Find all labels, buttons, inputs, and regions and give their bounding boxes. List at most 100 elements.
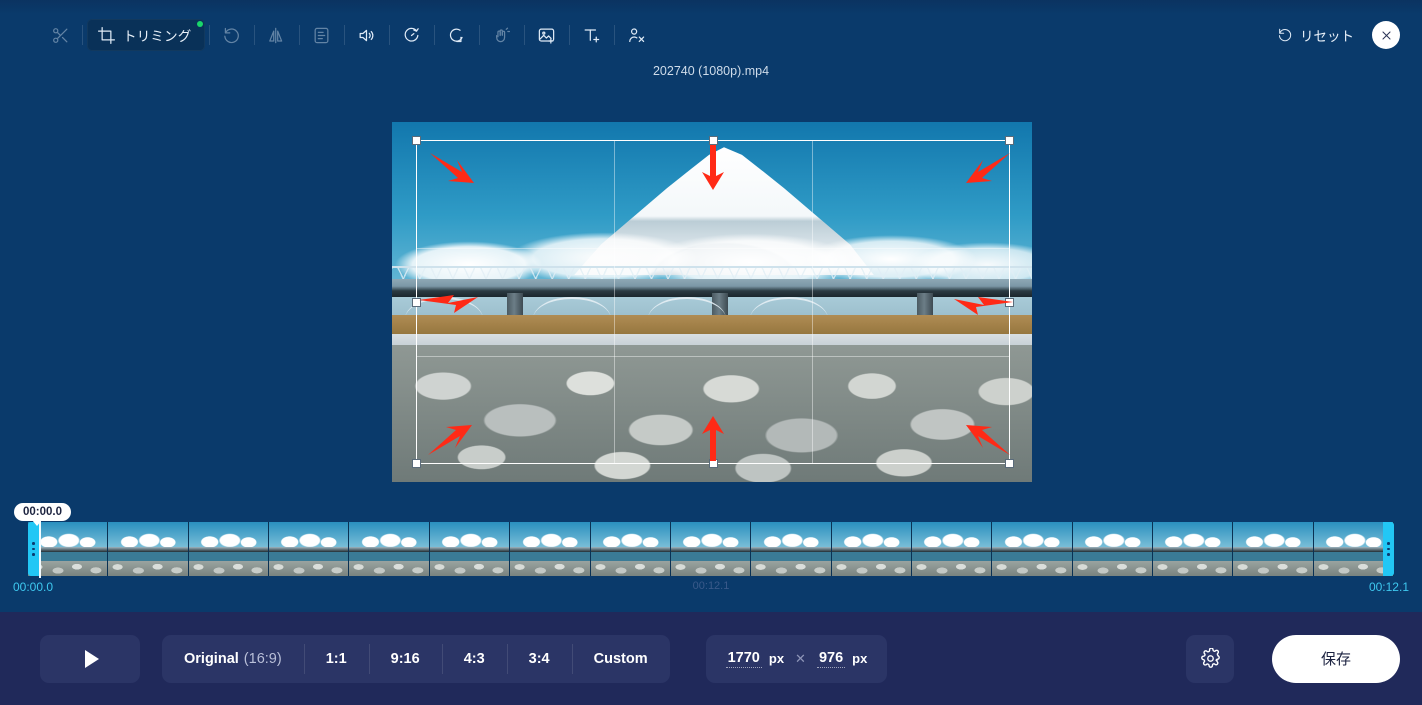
annotation-arrow-bottom-center — [700, 414, 726, 462]
crop-icon — [97, 26, 116, 45]
annotation-arrow-top-left — [428, 150, 478, 188]
toolbar-item-loop[interactable] — [439, 18, 475, 52]
new-feature-badge — [196, 21, 203, 27]
aspect-ratio-custom[interactable]: Custom — [571, 635, 670, 683]
crop-height-unit: px — [852, 651, 868, 666]
stamp-remove-icon — [627, 26, 646, 45]
timeline-start-time: 00:00.0 — [13, 580, 54, 594]
annotation-arrow-middle-right — [952, 294, 1014, 318]
toolbar-divider — [253, 25, 255, 45]
reset-button[interactable]: リセット — [1277, 25, 1354, 45]
bottom-control-bar: Original (16:9) 1:1 9:16 4:3 3:4 Custom … — [0, 612, 1422, 705]
toolbar-divider — [568, 25, 570, 45]
close-button[interactable] — [1372, 21, 1400, 49]
filmstrip-frame — [751, 522, 832, 576]
crop-width-input[interactable]: 1770 — [725, 650, 762, 668]
annotation-arrow-bottom-left — [426, 420, 476, 458]
aspect-ratio-4-3[interactable]: 4:3 — [441, 635, 507, 683]
subtitle-icon — [312, 26, 331, 45]
crop-gridline-horizontal — [417, 355, 1009, 357]
crop-handle-bottom-left[interactable] — [412, 459, 421, 468]
toolbar-item-add-image[interactable] — [529, 18, 565, 52]
preview-stage — [0, 84, 1422, 502]
flip-horizontal-icon — [267, 26, 286, 45]
crop-handle-top-left[interactable] — [412, 136, 421, 145]
aspect-ratio-9-16[interactable]: 9:16 — [368, 635, 442, 683]
filmstrip-frame — [1233, 522, 1314, 576]
filmstrip-frame — [590, 522, 671, 576]
close-icon — [1381, 30, 1391, 40]
trim-handle-end[interactable] — [1383, 522, 1394, 576]
toolbar-item-speed[interactable] — [394, 18, 430, 52]
toolbar-divider — [433, 25, 435, 45]
toolbar-divider — [82, 25, 83, 45]
filmstrip-frame — [1313, 522, 1394, 576]
undo-icon — [1277, 27, 1293, 43]
toolbar-divider — [343, 25, 345, 45]
playhead-time-tooltip: 00:00.0 — [14, 503, 72, 526]
toolbar-item-trim-label: トリミング — [123, 29, 192, 44]
edit-toolbar: トリミング リセット — [0, 0, 1422, 70]
crop-size-fields: 1770 px ✕ 976 px — [705, 634, 888, 683]
crop-gridline-vertical — [811, 141, 813, 463]
video-editor-window: トリミング リセット 202740 (1080p).mp4 00:00.0 00… — [0, 0, 1422, 705]
save-button[interactable]: 保存 — [1272, 634, 1400, 683]
toolbar-item-volume[interactable] — [349, 18, 385, 52]
toolbar-right-actions: リセット — [1277, 0, 1400, 70]
toolbar-divider — [523, 25, 525, 45]
aspect-ratio-original[interactable]: Original (16:9) — [162, 635, 304, 683]
size-separator: ✕ — [795, 650, 806, 666]
crop-gridline-vertical — [614, 141, 616, 463]
toolbar-item-trim[interactable]: トリミング — [87, 19, 205, 51]
timeline-ruler: 00:00.0 00:12.1 00:12.1 — [0, 580, 1422, 598]
filmstrip-frame — [1072, 522, 1154, 576]
toolbar-item-flip[interactable] — [259, 18, 295, 52]
toolbar-divider — [388, 25, 390, 45]
settings-button[interactable] — [1186, 634, 1234, 683]
filmstrip-frame — [429, 522, 511, 576]
aspect-ratio-3-4[interactable]: 3:4 — [506, 635, 572, 683]
crop-handle-bottom-right[interactable] — [1005, 459, 1014, 468]
play-icon — [84, 649, 99, 668]
filmstrip-frame — [349, 522, 430, 576]
trim-handle-start[interactable] — [28, 522, 39, 576]
toolbar-item-remove-watermark[interactable] — [619, 18, 655, 52]
filmstrip-frame — [188, 522, 270, 576]
annotation-arrow-top-center — [700, 144, 726, 192]
annotation-arrow-bottom-right — [962, 420, 1012, 458]
toolbar-item-cut[interactable] — [42, 18, 78, 52]
annotation-arrow-middle-left — [418, 292, 480, 316]
filmstrip[interactable] — [28, 522, 1394, 576]
toolbar-item-add-text[interactable] — [574, 18, 610, 52]
crop-width-unit: px — [768, 651, 785, 666]
speaker-icon — [357, 26, 376, 45]
scissors-icon — [51, 26, 70, 45]
timeline: 00:00.0 00:00.0 00:12.1 00:12.1 — [0, 502, 1422, 612]
video-preview[interactable] — [392, 122, 1032, 482]
toolbar-item-rotate[interactable] — [214, 18, 250, 52]
reset-label: リセット — [1300, 29, 1354, 44]
aspect-ratio-group: Original (16:9) 1:1 9:16 4:3 3:4 Custom — [162, 634, 670, 683]
filmstrip-frame — [1153, 522, 1234, 576]
image-plus-icon — [537, 26, 556, 45]
filmstrip-frame — [510, 522, 591, 576]
crop-gridline-horizontal — [417, 248, 1009, 250]
toolbar-item-subtitle[interactable] — [304, 18, 340, 52]
filmstrip-frame — [911, 522, 993, 576]
crop-handle-top-right[interactable] — [1005, 136, 1014, 145]
timeline-mid-time: 00:12.1 — [692, 580, 730, 592]
crop-height-input[interactable]: 976 — [816, 650, 846, 668]
toolbar-divider — [613, 25, 615, 45]
gear-icon — [1200, 648, 1220, 668]
loop-icon — [447, 26, 466, 45]
aspect-ratio-original-sub: (16:9) — [243, 650, 282, 667]
toolbar-divider — [478, 25, 480, 45]
filmstrip-frame — [108, 522, 189, 576]
play-button[interactable] — [40, 634, 140, 683]
filmstrip-frame — [992, 522, 1073, 576]
toolbar-item-denoise[interactable] — [484, 18, 520, 52]
filmstrip-frame — [269, 522, 350, 576]
playhead[interactable] — [39, 520, 41, 578]
aspect-ratio-1-1[interactable]: 1:1 — [303, 635, 369, 683]
timeline-end-time: 00:12.1 — [1368, 580, 1409, 594]
